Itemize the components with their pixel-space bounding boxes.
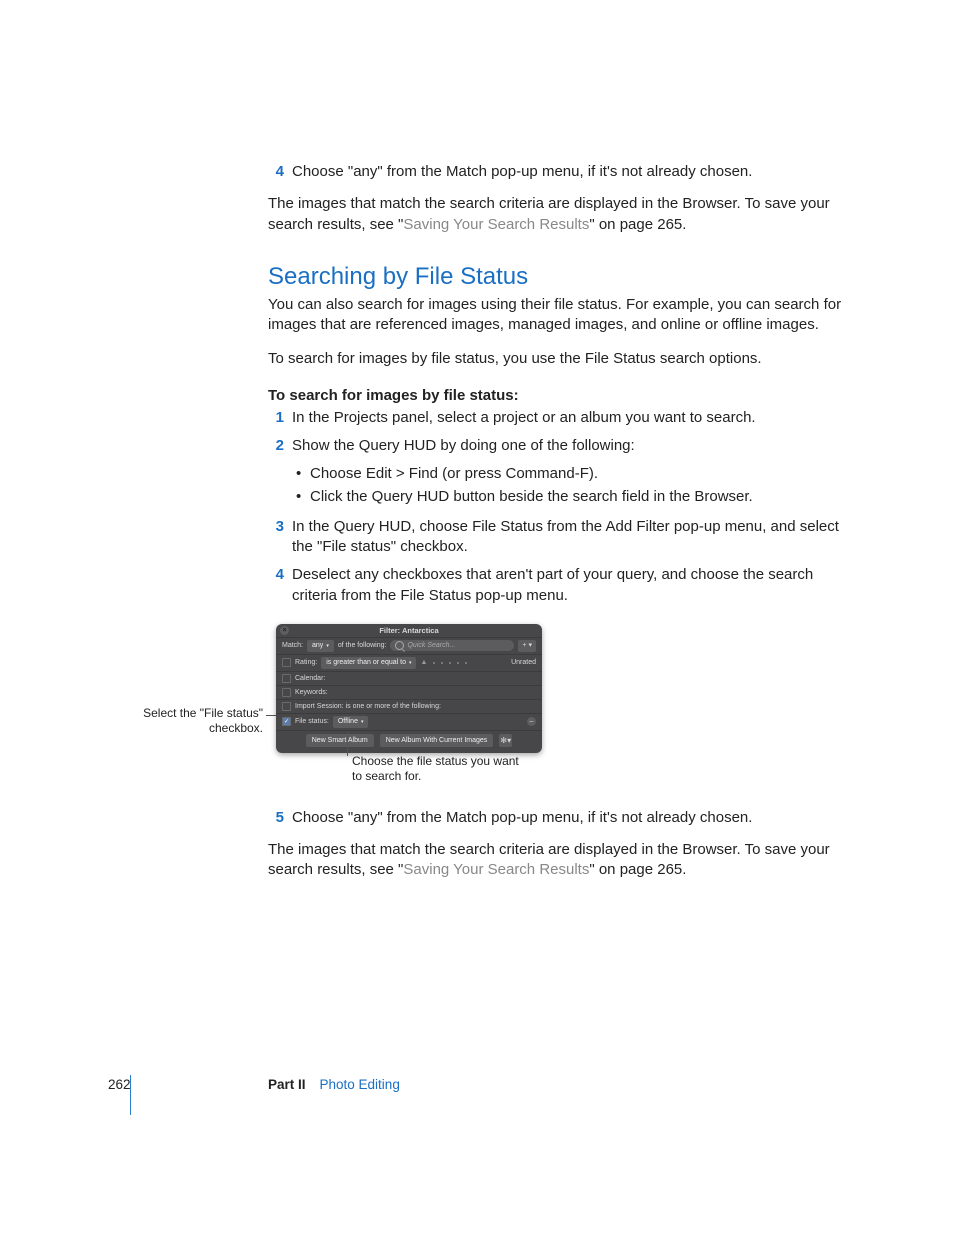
step-number: 1 bbox=[268, 408, 284, 428]
hud-footer: New Smart Album New Album With Current I… bbox=[276, 730, 542, 749]
match-value: any bbox=[312, 640, 323, 652]
step-2: 2 Show the Query HUD by doing one of the… bbox=[268, 436, 846, 456]
unrated-label: Unrated bbox=[511, 659, 536, 666]
close-icon[interactable]: × bbox=[280, 626, 289, 635]
import-label: Import Session: is one or more of the fo… bbox=[295, 703, 441, 710]
sub-bullets: Choose Edit > Find (or press Command-F).… bbox=[268, 464, 846, 507]
rating-slider[interactable]: ▲ bbox=[420, 659, 507, 666]
file-status-row: File status: Offline▾ – bbox=[276, 713, 542, 730]
rating-label: Rating: bbox=[295, 659, 317, 666]
match-label: Match: bbox=[282, 642, 303, 649]
hud-title: Filter: Antarctica bbox=[379, 626, 438, 635]
chevron-updown-icon: ▾ bbox=[361, 716, 364, 728]
search-icon bbox=[395, 641, 404, 650]
new-smart-album-button[interactable]: New Smart Album bbox=[306, 734, 374, 747]
calendar-row: Calendar: bbox=[276, 671, 542, 685]
calendar-label: Calendar: bbox=[295, 675, 325, 682]
result-paragraph: The images that match the search criteri… bbox=[268, 194, 846, 235]
query-hud: × Filter: Antarctica Match: any▾ of the … bbox=[276, 624, 542, 753]
file-status-popup[interactable]: Offline▾ bbox=[333, 716, 369, 728]
step-5: 5 Choose "any" from the Match pop-up men… bbox=[268, 808, 846, 828]
chevron-updown-icon: ▾ bbox=[326, 640, 329, 652]
import-session-row: Import Session: is one or more of the fo… bbox=[276, 699, 542, 713]
keywords-row: Keywords: bbox=[276, 685, 542, 699]
page-content: 4 Choose "any" from the Match pop-up men… bbox=[268, 162, 846, 909]
calendar-checkbox[interactable] bbox=[282, 674, 291, 683]
keywords-checkbox[interactable] bbox=[282, 688, 291, 697]
match-row: Match: any▾ of the following: Quick Sear… bbox=[276, 637, 542, 654]
step-text: Choose "any" from the Match pop-up menu,… bbox=[292, 808, 846, 828]
hud-title-bar: × Filter: Antarctica bbox=[276, 624, 542, 637]
procedure-title: To search for images by file status: bbox=[268, 386, 846, 406]
footer-section: Photo Editing bbox=[320, 1077, 400, 1092]
result-text-b: " on page 265. bbox=[589, 216, 686, 233]
chevron-updown-icon: ▾ bbox=[409, 657, 412, 669]
import-checkbox[interactable] bbox=[282, 702, 291, 711]
step-1: 1 In the Projects panel, select a projec… bbox=[268, 408, 846, 428]
step-number: 4 bbox=[268, 565, 284, 606]
step-text: Show the Query HUD by doing one of the f… bbox=[292, 436, 846, 456]
rating-row: Rating: is greater than or equal to▾ ▲ U… bbox=[276, 654, 542, 671]
step-3: 3 In the Query HUD, choose File Status f… bbox=[268, 517, 846, 558]
step-text: Deselect any checkboxes that aren't part… bbox=[292, 565, 846, 606]
callout-bottom: Choose the file status you want to searc… bbox=[352, 754, 532, 784]
rating-operator-value: is greater than or equal to bbox=[326, 657, 406, 669]
step-text: In the Projects panel, select a project … bbox=[292, 408, 846, 428]
rating-checkbox[interactable] bbox=[282, 658, 291, 667]
add-filter-popup[interactable]: + ▾ bbox=[518, 640, 536, 652]
footer-part: Part II bbox=[268, 1077, 306, 1092]
file-status-value: Offline bbox=[338, 716, 358, 728]
xref-link[interactable]: Saving Your Search Results bbox=[403, 216, 589, 233]
page-number: 262 bbox=[108, 1077, 131, 1092]
footer-rule bbox=[130, 1075, 131, 1115]
step-4: 4 Deselect any checkboxes that aren't pa… bbox=[268, 565, 846, 606]
keywords-label: Keywords: bbox=[295, 689, 328, 696]
xref-link[interactable]: Saving Your Search Results bbox=[403, 861, 589, 878]
prev-step-4: 4 Choose "any" from the Match pop-up men… bbox=[268, 162, 846, 182]
step-number: 4 bbox=[268, 162, 284, 182]
new-album-button[interactable]: New Album With Current Images bbox=[380, 734, 494, 747]
match-popup[interactable]: any▾ bbox=[307, 640, 334, 652]
quick-search-input[interactable]: Quick Search... bbox=[390, 640, 514, 651]
footer-text: Part II Photo Editing bbox=[268, 1077, 400, 1092]
section-heading: Searching by File Status bbox=[268, 263, 846, 291]
of-following-label: of the following: bbox=[338, 642, 387, 649]
figure: Select the "File status" checkbox. × Fil… bbox=[268, 624, 846, 754]
step-number: 2 bbox=[268, 436, 284, 456]
bullet-item: Click the Query HUD button beside the se… bbox=[310, 487, 846, 507]
step-text: In the Query HUD, choose File Status fro… bbox=[292, 517, 846, 558]
action-menu[interactable]: ✻▾ bbox=[499, 734, 512, 747]
intro-paragraph-1: You can also search for images using the… bbox=[268, 295, 846, 336]
gear-icon: ✻▾ bbox=[500, 736, 511, 745]
plus-icon: + bbox=[522, 642, 526, 649]
step-number: 3 bbox=[268, 517, 284, 558]
result-paragraph: The images that match the search criteri… bbox=[268, 840, 846, 881]
result-text-b: " on page 265. bbox=[589, 861, 686, 878]
file-status-checkbox[interactable] bbox=[282, 717, 291, 726]
step-text: Choose "any" from the Match pop-up menu,… bbox=[292, 162, 846, 182]
remove-filter-icon[interactable]: – bbox=[527, 717, 536, 726]
callout-line bbox=[347, 732, 348, 756]
file-status-label: File status: bbox=[295, 718, 329, 725]
step-number: 5 bbox=[268, 808, 284, 828]
intro-paragraph-2: To search for images by file status, you… bbox=[268, 349, 846, 369]
rating-operator-popup[interactable]: is greater than or equal to▾ bbox=[321, 657, 416, 669]
slider-thumb-icon: ▲ bbox=[420, 659, 427, 666]
bullet-item: Choose Edit > Find (or press Command-F). bbox=[310, 464, 846, 484]
callout-left: Select the "File status" checkbox. bbox=[143, 706, 263, 736]
search-placeholder: Quick Search... bbox=[407, 642, 455, 649]
